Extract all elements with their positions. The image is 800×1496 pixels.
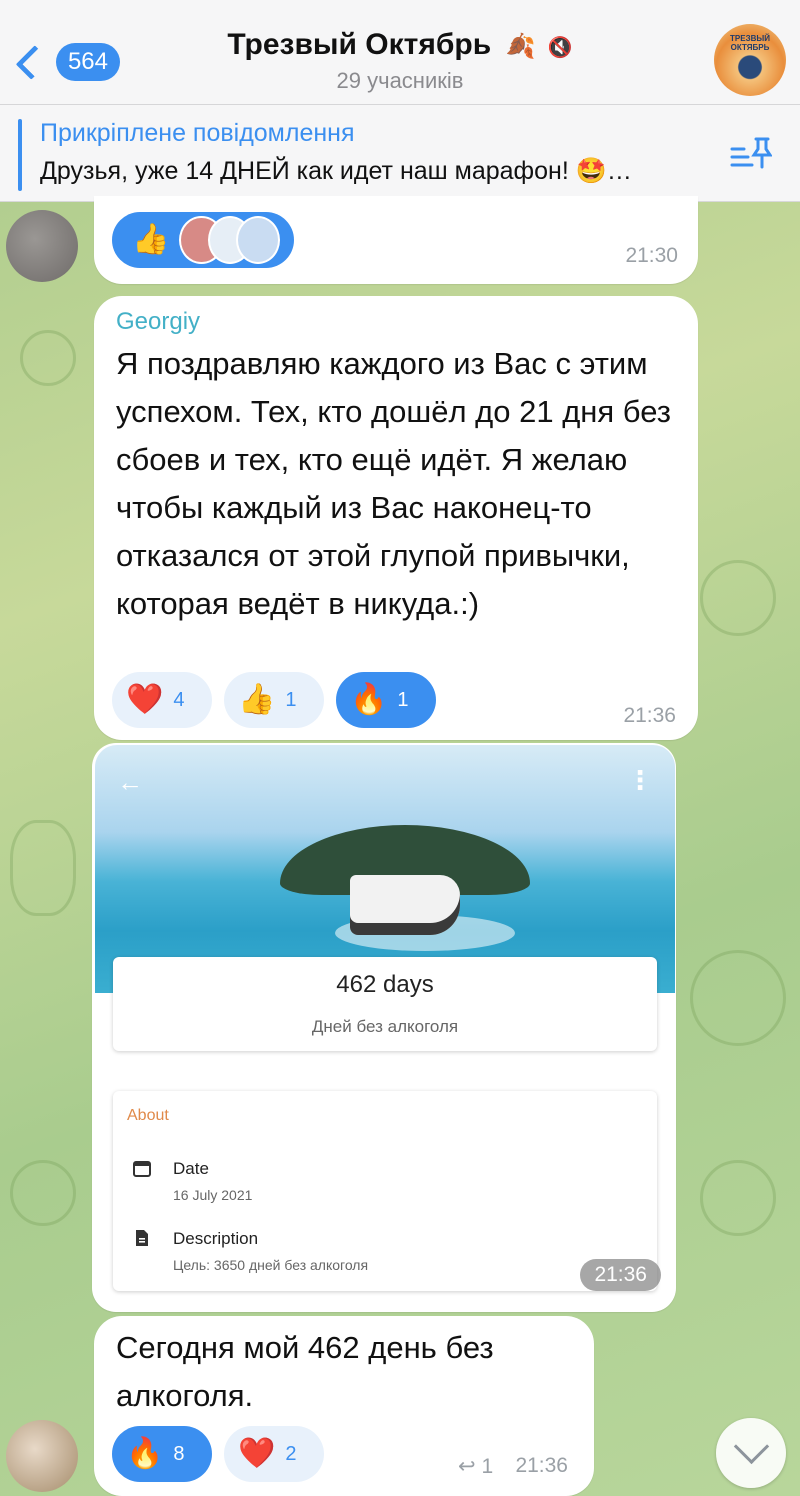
mute-icon: 🔇 bbox=[547, 37, 573, 59]
chat-title-text: Трезвый Октябрь bbox=[227, 28, 492, 61]
date-title: Date bbox=[173, 1159, 209, 1178]
message-bubble: Georgiy Я поздравляю каждого из Вас с эт… bbox=[94, 296, 698, 740]
thumbs-up-emoji: 👍 bbox=[132, 223, 170, 256]
heart-emoji: ❤️ bbox=[238, 1437, 276, 1470]
screenshot-image[interactable]: ← ⋮ 462 days Дней без алкоголя About Dat… bbox=[95, 745, 675, 1310]
reaction-count: 8 bbox=[173, 1442, 185, 1465]
reaction-count: 1 bbox=[397, 688, 409, 711]
reaction-heart[interactable]: ❤️ 4 bbox=[112, 672, 212, 728]
arrow-left-icon: ← bbox=[117, 767, 143, 797]
background-doodle bbox=[10, 1160, 76, 1226]
message-time: 21:36 bbox=[623, 704, 676, 727]
heart-emoji: ❤️ bbox=[126, 683, 164, 716]
background-doodle bbox=[700, 1160, 776, 1236]
about-card: About Date 16 July 2021 Description Цель… bbox=[113, 1091, 657, 1291]
reaction-count: 4 bbox=[173, 688, 185, 711]
user-avatar[interactable] bbox=[6, 1420, 78, 1492]
pinned-message-bar[interactable]: Прикріплене повідомлення Друзья, уже 14 … bbox=[0, 105, 800, 202]
reaction-thumbs-up[interactable]: 👍 bbox=[112, 212, 294, 268]
reaction-fire[interactable]: 🔥 1 bbox=[336, 672, 436, 728]
reaction-count: 2 bbox=[285, 1442, 297, 1465]
chat-title[interactable]: Трезвый Октябрь 🍂 🔇 bbox=[0, 28, 800, 62]
reaction-thumbs-up[interactable]: 👍 1 bbox=[224, 672, 324, 728]
replies-indicator[interactable]: ↩ 1 bbox=[458, 1454, 493, 1479]
sender-name[interactable]: Georgiy bbox=[116, 308, 200, 336]
message-bubble: Сегодня мой 462 день без алкоголя. 🔥 8 ❤… bbox=[94, 1316, 594, 1496]
reply-count: 1 bbox=[481, 1455, 494, 1478]
background-doodle bbox=[10, 820, 76, 916]
message-text: Я поздравляю каждого из Вас с этим успех… bbox=[116, 346, 671, 621]
message-bubble: 👍 21:30 bbox=[94, 196, 698, 284]
reaction-count: 1 bbox=[285, 688, 297, 711]
leaf-emoji: 🍂 bbox=[505, 33, 536, 60]
group-avatar-text: ТРЕЗВЫЙ ОКТЯБРЬ bbox=[730, 34, 770, 52]
message-text: Сегодня мой 462 день без алкоголя. bbox=[116, 1330, 494, 1413]
description-value: Цель: 3650 дней без алкоголя bbox=[173, 1257, 369, 1273]
days-card: 462 days Дней без алкоголя bbox=[113, 957, 657, 1051]
background-doodle bbox=[700, 560, 776, 636]
pinned-text: Друзья, уже 14 ДНЕЙ как идет наш марафон… bbox=[40, 157, 632, 185]
pinned-title: Прикріплене повідомлення bbox=[40, 119, 355, 147]
message-time: 21:36 bbox=[515, 1454, 568, 1477]
boat-shape bbox=[350, 875, 460, 935]
fire-emoji: 🔥 bbox=[350, 683, 388, 716]
sea-photo: ← ⋮ bbox=[95, 745, 675, 993]
message-time: 21:30 bbox=[625, 244, 678, 267]
thumbs-up-emoji: 👍 bbox=[238, 683, 276, 716]
background-doodle bbox=[690, 950, 786, 1046]
scroll-to-bottom-button[interactable] bbox=[716, 1418, 786, 1488]
chevron-down-icon bbox=[733, 1428, 770, 1465]
pinned-indicator bbox=[18, 119, 22, 191]
message-time: 21:36 bbox=[580, 1259, 661, 1291]
user-avatar[interactable] bbox=[6, 210, 78, 282]
days-value: 462 days bbox=[336, 971, 434, 998]
calendar-icon bbox=[133, 1161, 151, 1177]
about-title: About bbox=[127, 1107, 169, 1124]
reactor-avatar bbox=[235, 216, 281, 264]
group-avatar[interactable]: ТРЕЗВЫЙ ОКТЯБРЬ bbox=[714, 24, 786, 96]
reaction-heart[interactable]: ❤️ 2 bbox=[224, 1426, 324, 1482]
date-value: 16 July 2021 bbox=[173, 1187, 253, 1203]
description-title: Description bbox=[173, 1229, 259, 1248]
reaction-fire[interactable]: 🔥 8 bbox=[112, 1426, 212, 1482]
more-vertical-icon: ⋮ bbox=[627, 765, 653, 795]
background-doodle bbox=[20, 330, 76, 386]
document-icon bbox=[136, 1230, 148, 1246]
members-count: 29 учасників bbox=[336, 68, 464, 93]
pin-list-icon[interactable] bbox=[730, 135, 772, 171]
days-caption: Дней без алкоголя bbox=[311, 1017, 459, 1036]
chat-header: 564 Трезвый Октябрь 🍂 🔇 29 учасників ТРЕ… bbox=[0, 0, 800, 105]
reply-icon: ↩ bbox=[458, 1455, 476, 1478]
fire-emoji: 🔥 bbox=[126, 1437, 164, 1470]
